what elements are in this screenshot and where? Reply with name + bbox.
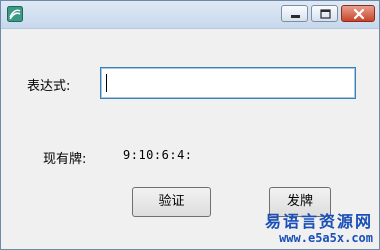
current-cards-value: 9:10:6:4:: [123, 148, 193, 162]
watermark-url: www.e5a5x.com: [279, 231, 373, 245]
close-button[interactable]: [341, 5, 375, 22]
minimize-button[interactable]: [281, 5, 308, 22]
current-cards-label: 现有牌:: [43, 152, 87, 167]
main-window: 表达式: 现有牌: 9:10:6:4: 验证 发牌 易语言资源网 www.e5a…: [0, 0, 380, 250]
app-icon: [7, 6, 23, 22]
expression-input[interactable]: [100, 67, 356, 99]
watermark: 易语言资源网 www.e5a5x.com: [264, 212, 373, 246]
expression-label: 表达式:: [27, 79, 71, 94]
watermark-title: 易语言资源网: [264, 212, 373, 231]
close-icon: [353, 8, 365, 20]
maximize-button[interactable]: [311, 5, 338, 22]
text-caret: [106, 74, 107, 92]
verify-button[interactable]: 验证: [132, 187, 211, 217]
minimize-icon: [291, 15, 300, 18]
client-area: 表达式: 现有牌: 9:10:6:4: 验证 发牌 易语言资源网 www.e5a…: [1, 29, 379, 249]
maximize-icon: [320, 9, 331, 19]
title-bar[interactable]: [1, 1, 379, 29]
